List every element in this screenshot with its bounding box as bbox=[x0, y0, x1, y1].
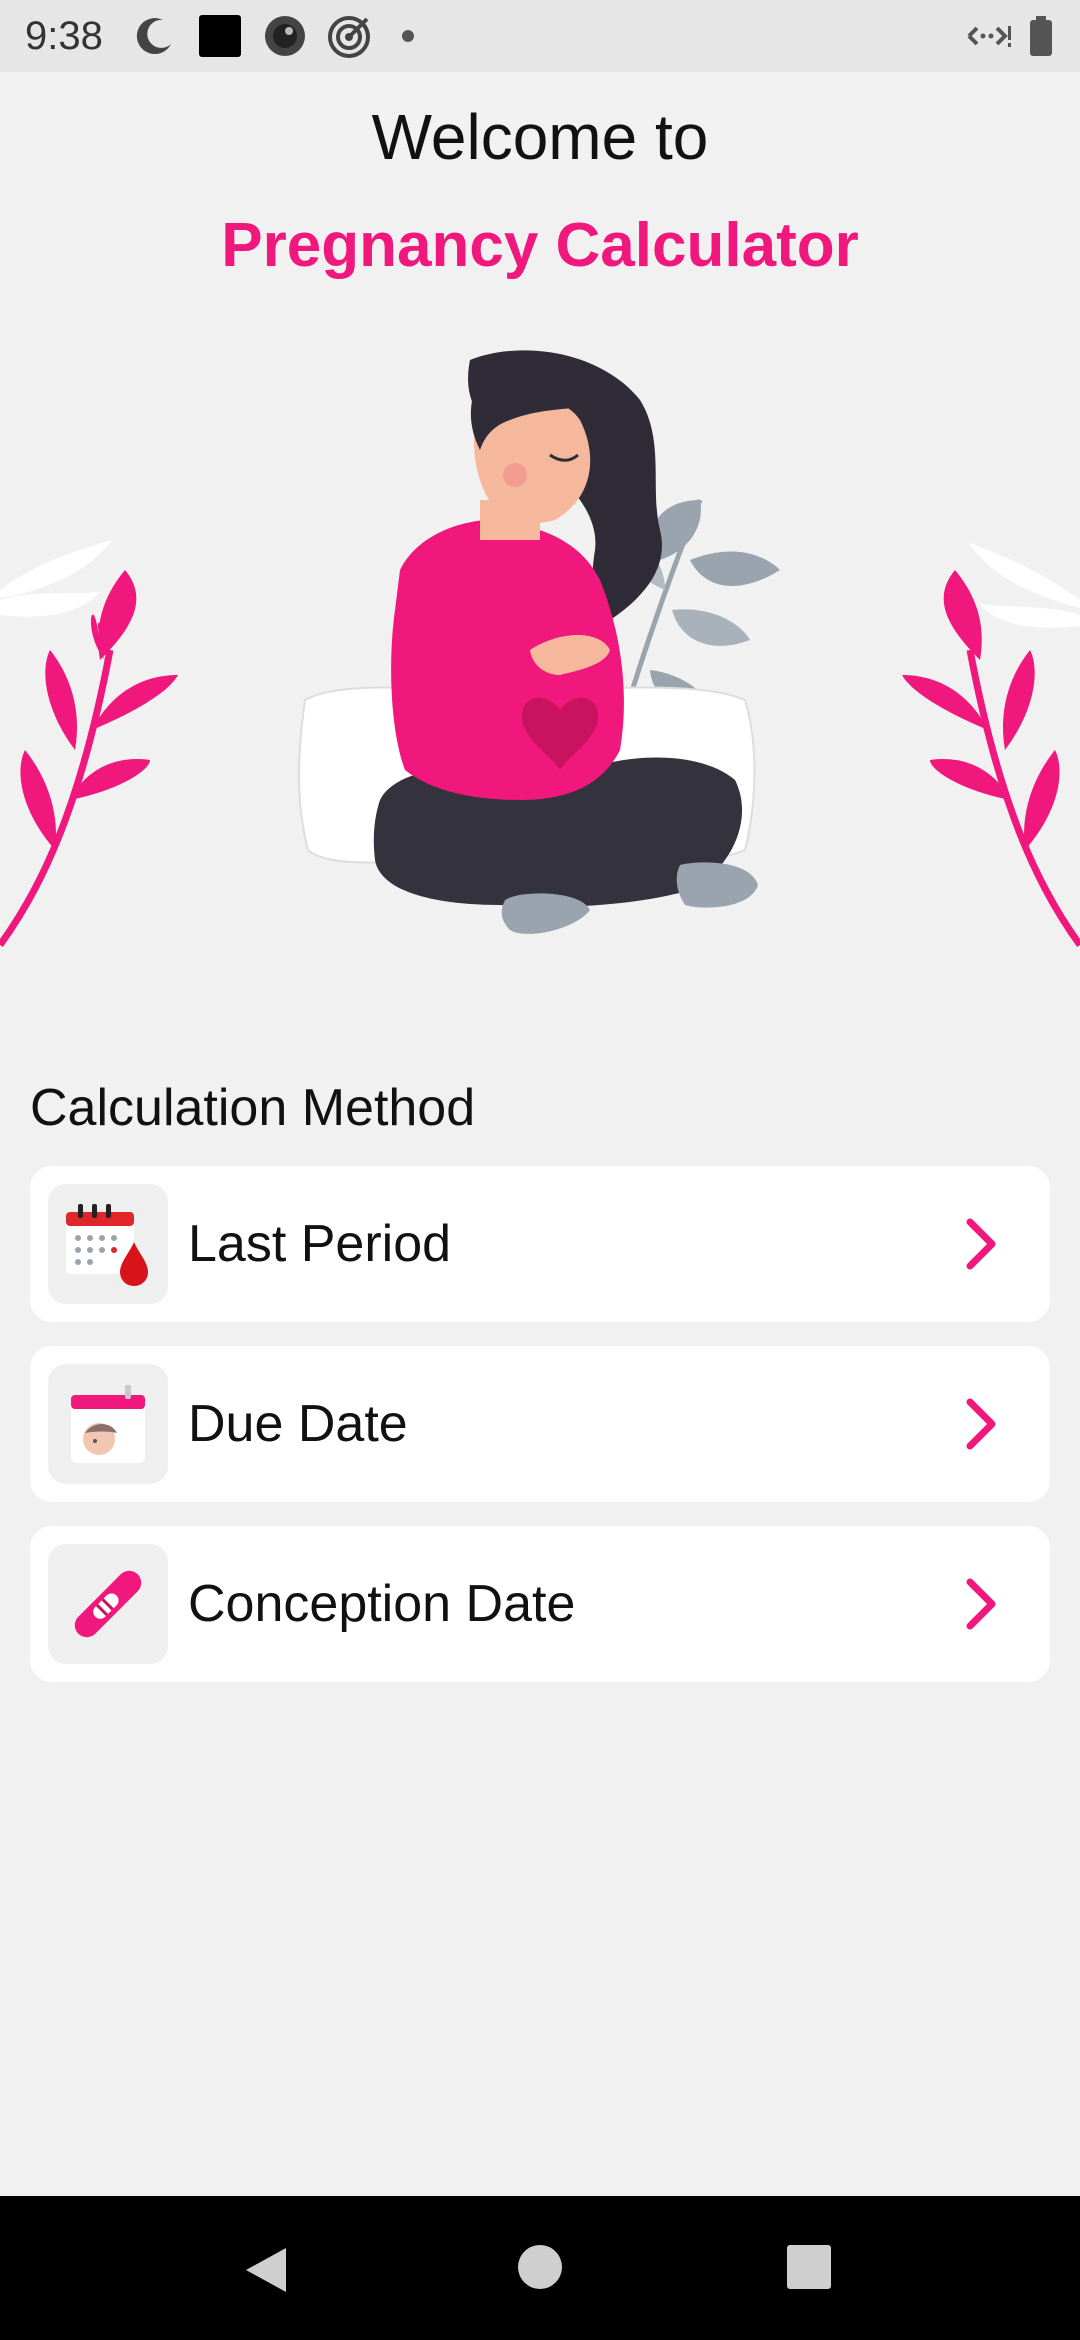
target-icon bbox=[327, 16, 370, 58]
back-icon[interactable] bbox=[240, 2244, 290, 2296]
home-icon[interactable] bbox=[517, 2244, 563, 2290]
right-sock bbox=[676, 862, 758, 908]
card-icon-box bbox=[48, 1184, 168, 1304]
welcome-text: Welcome to bbox=[371, 101, 709, 173]
last-period-button[interactable]: Last Period bbox=[30, 1166, 1050, 1322]
card-icon-box bbox=[48, 1364, 168, 1484]
app-title: Pregnancy Calculator bbox=[221, 211, 859, 280]
status-time: 9:38 bbox=[25, 13, 103, 58]
navigation-bar bbox=[0, 2196, 1080, 2340]
status-right bbox=[961, 14, 1055, 58]
battery-icon bbox=[1030, 16, 1052, 56]
status-icons bbox=[133, 13, 423, 59]
right-white-leaves bbox=[968, 542, 1080, 628]
cheek bbox=[503, 463, 527, 487]
chevron-right-icon bbox=[966, 1578, 996, 1630]
chevron-right-icon bbox=[966, 1398, 996, 1450]
left-white-leaves bbox=[0, 540, 112, 617]
section-title: Calculation Method bbox=[30, 1079, 476, 1137]
card-label: Conception Date bbox=[188, 1575, 576, 1633]
conception-date-button[interactable]: Conception Date bbox=[30, 1526, 1050, 1682]
pregnant-woman-illustration bbox=[0, 350, 1080, 948]
pregnancy-test-icon bbox=[74, 1570, 142, 1638]
card-label: Due Date bbox=[188, 1395, 408, 1453]
circle-record-icon bbox=[264, 16, 305, 56]
calendar-baby-icon bbox=[71, 1385, 145, 1463]
left-pink-branch bbox=[0, 570, 178, 948]
chevron-right-icon bbox=[966, 1218, 996, 1270]
recents-icon[interactable] bbox=[786, 2244, 832, 2290]
card-icon-box bbox=[48, 1544, 168, 1664]
moon-clock-icon bbox=[136, 18, 171, 55]
network-icon bbox=[967, 26, 1011, 47]
dot-icon bbox=[401, 30, 414, 42]
left-sock bbox=[501, 893, 590, 934]
due-date-button[interactable]: Due Date bbox=[30, 1346, 1050, 1502]
calendar-blood-drop-icon bbox=[66, 1204, 148, 1286]
square-icon bbox=[198, 15, 241, 57]
status-bar: 9:38 bbox=[0, 0, 1080, 72]
card-label: Last Period bbox=[188, 1215, 452, 1273]
